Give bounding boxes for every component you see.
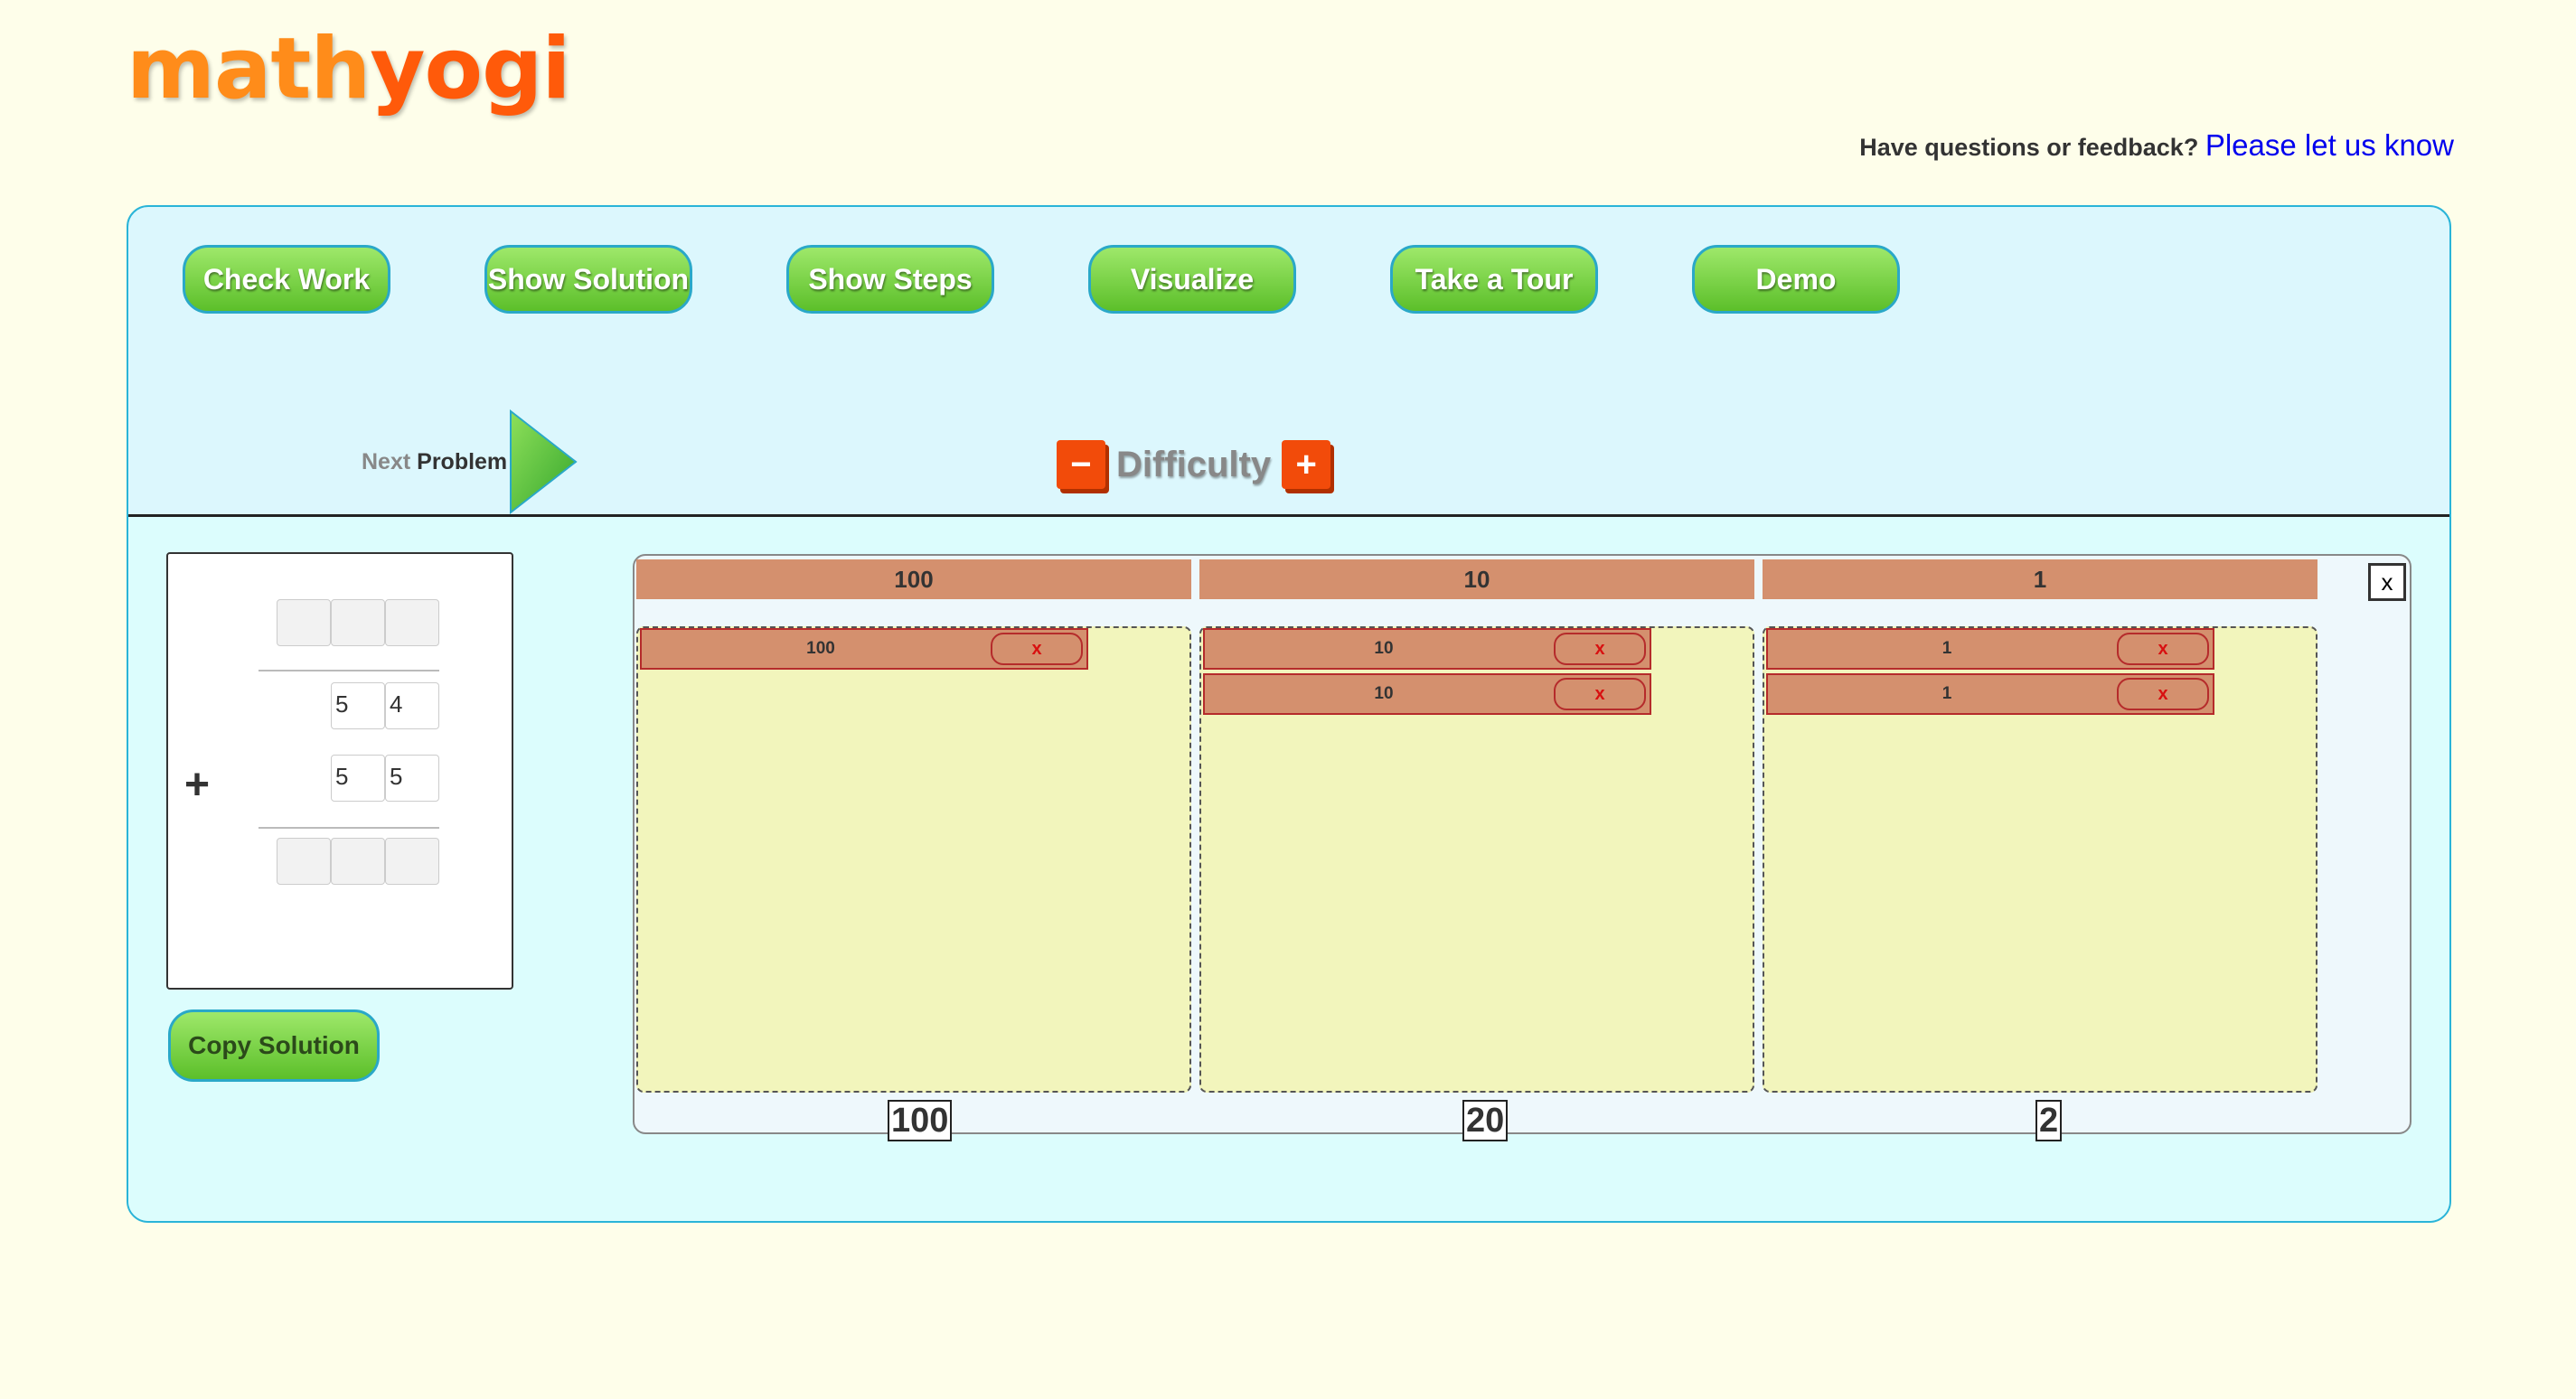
- block-label: 1: [1941, 684, 1952, 703]
- decrease-difficulty-button[interactable]: −: [1057, 440, 1105, 489]
- value-block[interactable]: 1 x: [1766, 673, 2214, 715]
- plus-operator: +: [184, 761, 211, 809]
- answer-input-hundreds[interactable]: [277, 838, 331, 885]
- take-a-tour-button[interactable]: Take a Tour: [1390, 245, 1598, 314]
- mathyogi-logo[interactable]: mathyogi: [127, 20, 571, 118]
- block-label: 100: [806, 639, 835, 658]
- difficulty-control: − Difficulty +: [1057, 440, 1331, 489]
- logo-math: math: [127, 20, 371, 118]
- remove-block-button[interactable]: x: [1554, 678, 1646, 710]
- next-problem-label: Next Problem: [362, 449, 507, 475]
- problem-card: 5 4 5 5 +: [166, 552, 513, 990]
- logo-yogi: yogi: [370, 20, 570, 118]
- remove-block-button[interactable]: x: [2117, 633, 2209, 665]
- value-block[interactable]: 10 x: [1203, 673, 1651, 715]
- column-header-tens: 10: [1199, 559, 1754, 599]
- column-area-tens[interactable]: 10 x 10 x: [1199, 626, 1754, 1093]
- column-area-ones[interactable]: 1 x 1 x: [1763, 626, 2317, 1093]
- block-label: 10: [1374, 639, 1394, 658]
- block-label: 1: [1941, 639, 1952, 658]
- sum-separator: [259, 827, 439, 829]
- column-area-hundreds[interactable]: 100 x: [636, 626, 1191, 1093]
- carry-input-ones[interactable]: [385, 599, 439, 646]
- difficulty-label: Difficulty: [1116, 444, 1272, 484]
- main-panel: Check Work Show Solution Show Steps Visu…: [127, 205, 2451, 1223]
- column-total-ones: 2: [2035, 1100, 2063, 1141]
- column-header-hundreds: 100: [636, 559, 1191, 599]
- column-header-ones: 1: [1763, 559, 2317, 599]
- show-solution-button[interactable]: Show Solution: [484, 245, 692, 314]
- addend1-digit-ones: 4: [385, 682, 439, 729]
- carry-input-tens[interactable]: [331, 599, 385, 646]
- column-total-hundreds: 100: [888, 1100, 953, 1141]
- addend1-digit-tens: 5: [331, 682, 385, 729]
- addend2-digit-ones: 5: [385, 755, 439, 802]
- remove-block-button[interactable]: x: [2117, 678, 2209, 710]
- place-value-visualizer: x 100 100 x 100 10 10 x 10 x 20 1 1 x 1 …: [633, 554, 2411, 1141]
- next-problem-button[interactable]: Next Problem: [362, 409, 579, 514]
- answer-input-tens[interactable]: [331, 838, 385, 885]
- close-icon[interactable]: x: [2368, 563, 2406, 601]
- show-steps-button[interactable]: Show Steps: [786, 245, 994, 314]
- check-work-button[interactable]: Check Work: [183, 245, 390, 314]
- problem-word: Problem: [417, 448, 508, 474]
- demo-button[interactable]: Demo: [1692, 245, 1900, 314]
- block-label: 10: [1374, 684, 1394, 703]
- remove-block-button[interactable]: x: [991, 633, 1083, 665]
- play-arrow-icon[interactable]: [507, 409, 579, 514]
- value-block[interactable]: 100 x: [640, 628, 1088, 670]
- addend2-digit-tens: 5: [331, 755, 385, 802]
- visualize-button[interactable]: Visualize: [1088, 245, 1296, 314]
- next-word: Next: [362, 448, 411, 474]
- remove-block-button[interactable]: x: [1554, 633, 1646, 665]
- value-block[interactable]: 10 x: [1203, 628, 1651, 670]
- feedback-link[interactable]: Please let us know: [2205, 128, 2454, 162]
- carry-input-hundreds[interactable]: [277, 599, 331, 646]
- value-block[interactable]: 1 x: [1766, 628, 2214, 670]
- feedback-prompt: Have questions or feedback? Please let u…: [1859, 128, 2454, 163]
- column-total-tens: 20: [1462, 1100, 1509, 1141]
- feedback-text: Have questions or feedback?: [1859, 134, 2199, 161]
- copy-solution-button[interactable]: Copy Solution: [168, 1009, 380, 1082]
- toolbar-divider: [128, 514, 2449, 517]
- increase-difficulty-button[interactable]: +: [1282, 440, 1331, 489]
- answer-input-ones[interactable]: [385, 838, 439, 885]
- carry-separator: [259, 670, 439, 671]
